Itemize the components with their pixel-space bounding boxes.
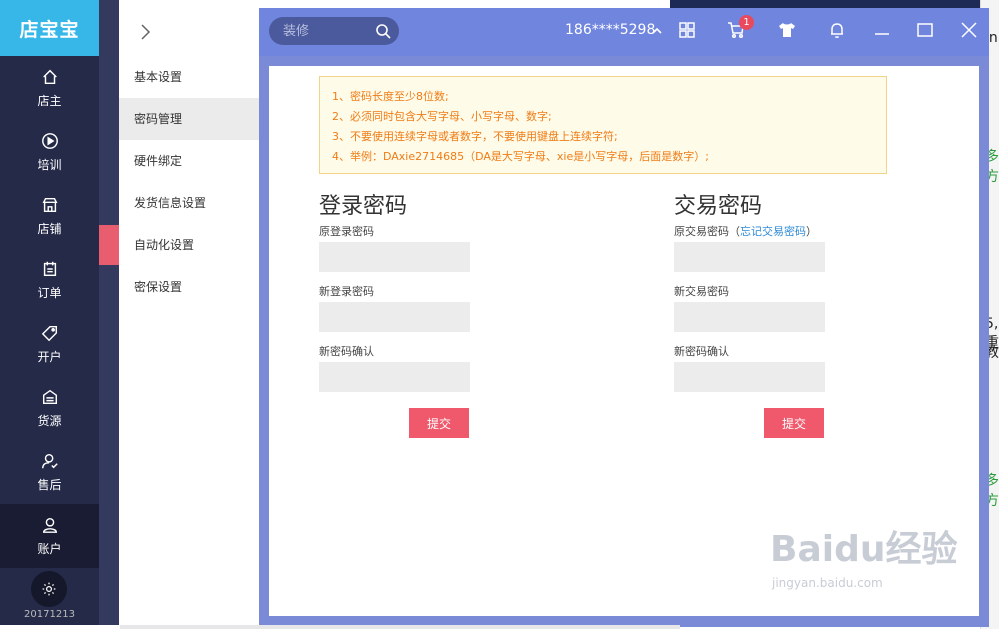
sidebar-divider [99,0,119,625]
old-trade-password-label: 原交易密码（忘记交易密码） [674,222,914,242]
nav-item-label: 订单 [37,285,62,300]
old-trade-password-label-text: 原交易密码 [674,225,729,238]
store-icon [42,197,57,212]
nav-item-label: 开户 [37,349,62,364]
user-check-icon [41,453,58,468]
nav-item-label: 培训 [37,157,62,172]
user-icon [42,517,57,533]
settings-button[interactable] [31,571,67,607]
forgot-paren-close: ） [806,225,817,238]
background-window-titlebar [670,0,999,8]
confirm-login-password-label: 新密码确认 [319,345,374,358]
maximize-icon[interactable] [915,20,935,40]
app-logo[interactable]: 店宝宝 [0,0,99,56]
baidu-watermark: Baidu经验 jingyan.baidu.com [742,520,957,600]
forgot-paren-open: （ [729,225,740,238]
watermark-text: Baidu经验 [770,529,958,570]
submenu-item-security-questions[interactable]: 密保设置 [119,266,259,308]
rule-text: 4、举例：DAxie2714685（DA是大写字母、xie是小写字母，后面是数字… [332,150,709,163]
nav-item-supply[interactable]: 货源 [0,376,99,440]
bell-icon[interactable] [827,20,847,40]
trade-password-submit-button[interactable]: 提交 [764,408,824,438]
nav-item-label: 店主 [37,93,62,108]
old-login-password-field[interactable] [319,242,470,272]
nav-item-training[interactable]: 培训 [0,120,99,184]
submenu-item-hardware-binding[interactable]: 硬件绑定 [119,140,259,182]
nav-item-after-sales[interactable]: 售后 [0,440,99,504]
account-name[interactable]: 186****5298 [565,22,655,38]
password-rules-notice: 1、密码长度至少8位数; 2、必须同时包含大写字母、小写字母、数字; 3、不要使… [319,76,887,174]
rule-text: 3、不要使用连续字母或者数字，不要使用键盘上连续字符; [332,130,618,143]
submenu-item-password-management[interactable]: 密码管理 [119,98,259,140]
confirm-trade-password-label: 新密码确认 [674,345,729,358]
confirm-login-password-field[interactable] [319,362,470,392]
nav-item-orders[interactable]: 订单 [0,248,99,312]
nav-item-owner[interactable]: 店主 [0,56,99,120]
chevron-right-icon[interactable] [137,22,153,42]
settings-submenu: 基本设置 密码管理 硬件绑定 发货信息设置 自动化设置 密保设置 [119,8,259,625]
submenu-item-automation[interactable]: 自动化设置 [119,224,259,266]
nav-item-label: 店铺 [37,221,62,236]
play-circle-icon [41,132,58,149]
old-login-password-label: 原登录密码 [319,225,374,238]
trade-password-form: 交易密码 原交易密码（忘记交易密码） 新交易密码 新密码确认 提交 [674,192,914,438]
tag-icon [41,325,57,341]
chevron-up-icon[interactable] [651,26,663,36]
confirm-trade-password-field[interactable] [674,362,825,392]
forgot-trade-password-link[interactable]: 忘记交易密码 [740,225,806,238]
shirt-icon[interactable] [777,20,797,40]
new-login-password-label: 新登录密码 [319,285,374,298]
active-indicator [99,225,119,265]
nav-item-store[interactable]: 店铺 [0,184,99,248]
submenu-item-shipping-info[interactable]: 发货信息设置 [119,182,259,224]
nav-item-label: 货源 [37,413,62,428]
background-taskbar-fragment [120,625,680,629]
login-password-form: 登录密码 原登录密码 新登录密码 新密码确认 提交 [319,192,559,438]
login-password-title: 登录密码 [319,194,408,219]
new-trade-password-label: 新交易密码 [674,285,729,298]
watermark-url: jingyan.baidu.com [772,576,883,590]
submenu-item-basic-settings[interactable]: 基本设置 [119,56,259,98]
gear-icon [42,582,56,596]
order-icon [43,261,56,276]
dialog-header: 186****5298 1 [259,8,989,56]
warehouse-icon [42,389,57,404]
main-sidebar: 店宝宝 店主 培训 店铺 订单 开户 货源 售后 账户 20171213 [0,0,99,625]
rule-text: 1、密码长度至少8位数; [332,90,449,103]
login-password-submit-button[interactable]: 提交 [409,408,469,438]
minimize-icon[interactable] [872,20,892,40]
close-icon[interactable] [959,20,979,40]
home-icon [42,69,57,84]
search-input[interactable] [283,17,371,45]
new-trade-password-field[interactable] [674,302,825,332]
new-login-password-field[interactable] [319,302,470,332]
nav-item-label: 账户 [37,541,62,556]
cart-badge: 1 [739,15,754,30]
nav-item-account[interactable]: 账户 [0,504,99,568]
old-trade-password-field[interactable] [674,242,825,272]
rule-text: 2、必须同时包含大写字母、小写字母、数字; [332,110,552,123]
search-icon[interactable] [375,23,391,39]
version-date: 20171213 [24,609,75,620]
trade-password-title: 交易密码 [674,194,763,219]
nav-item-open-account[interactable]: 开户 [0,312,99,376]
search-box[interactable] [269,17,399,45]
nav-item-label: 售后 [37,477,62,492]
grid-icon[interactable] [677,20,697,40]
